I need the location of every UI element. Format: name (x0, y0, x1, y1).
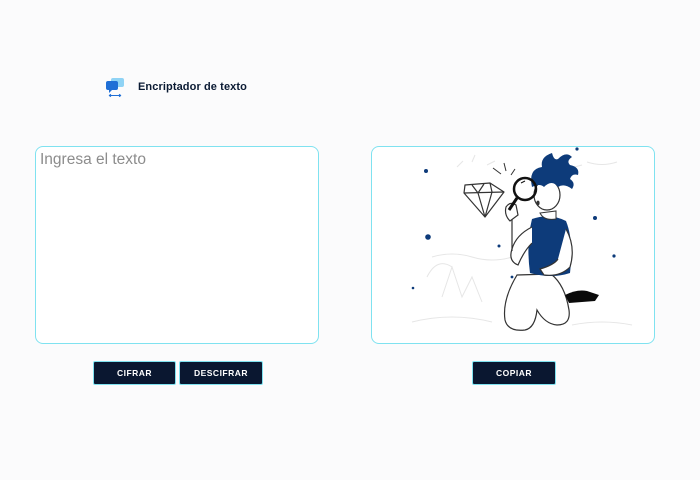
input-panel (35, 146, 319, 344)
illustration-image (411, 147, 633, 331)
text-input[interactable] (36, 147, 318, 343)
app-header: Encriptador de texto (104, 76, 247, 98)
encrypt-button[interactable]: CIFRAR (93, 361, 176, 385)
decrypt-button[interactable]: DESCIFRAR (179, 361, 263, 385)
output-panel (371, 146, 655, 344)
app-title: Encriptador de texto (138, 81, 247, 93)
chat-bubbles-icon (106, 78, 124, 98)
copy-button[interactable]: COPIAR (472, 361, 556, 385)
